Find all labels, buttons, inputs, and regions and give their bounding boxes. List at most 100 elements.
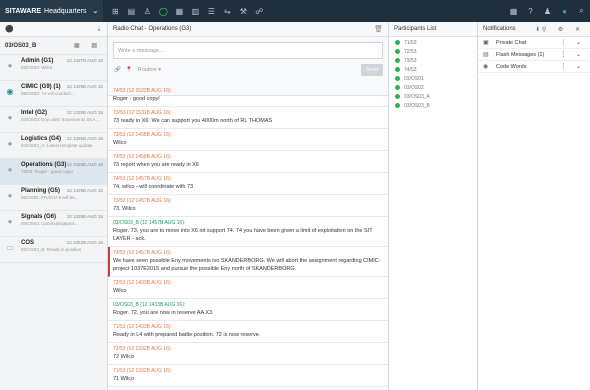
help-icon[interactable]: ? xyxy=(522,0,539,22)
message-text: 73 ready in X6. We can support you 4000m… xyxy=(113,118,273,124)
route-icon[interactable]: ⇋ xyxy=(219,0,235,22)
message-text: Roger - good copy! xyxy=(113,96,160,102)
online-status-icon xyxy=(395,103,400,108)
notification-bell-icon[interactable]: ● xyxy=(556,0,573,22)
map-icon[interactable]: ⊞ xyxy=(107,0,123,22)
pin-icon[interactable]: ⬇ xyxy=(535,27,540,33)
message-text: 73 report when you are ready in X6 xyxy=(113,162,199,168)
message-input[interactable]: Write a message... xyxy=(113,42,383,59)
conversation-time: 12 1325B AUG 16 xyxy=(66,136,103,141)
message-item[interactable]: 74/53 (12 1457B AUG 16): We have seen pos… xyxy=(108,247,388,277)
send-button[interactable]: Send xyxy=(361,64,383,76)
priority-select[interactable]: Routine ▾ xyxy=(138,67,161,73)
conversation-item[interactable]: ● Admin (G1) 12 1327B AUG 16 03/OS03: Wilco xyxy=(0,55,107,81)
tools-icon[interactable]: ⚒ xyxy=(235,0,251,22)
participant-item[interactable]: 03/OS02 xyxy=(389,84,477,91)
message-item[interactable]: 03/OS03_B (12 1433B AUG 16): Roger. 72, y… xyxy=(108,299,388,321)
user-icon[interactable]: ♟ xyxy=(539,0,556,22)
notification-item[interactable]: ▤ Flash Messages (1) ⋮ ⌄ xyxy=(478,49,590,61)
notification-item[interactable]: ◉ Code Words ⋮ ⌄ xyxy=(478,61,590,73)
conversation-item[interactable]: ◉ CIMIC (G9) (1) 12 1329B AUG 16 09/OS03: 7… xyxy=(0,81,107,107)
message-item[interactable]: 72/53 (12 1433B AUG 16): Wilco xyxy=(108,277,388,299)
more-options-icon[interactable]: ⋮ ⌄ xyxy=(560,39,585,46)
message-text: Roger. 72, you are now in reserve AA X3. xyxy=(113,310,214,316)
online-status-icon xyxy=(395,76,400,81)
participant-item[interactable]: 72/53 xyxy=(389,48,477,55)
conversation-item[interactable]: ● Logistics (G4) 12 1325B AUG 16 04/OS03_A:… xyxy=(0,133,107,159)
message-item[interactable]: 73/53 (12 1457B AUG 16): 73, Wilco xyxy=(108,195,388,217)
message-item[interactable]: 03/OS03_B (12 1457B AUG 16): Roger. 73, y… xyxy=(108,217,388,247)
message-text: Ready in L4 with prepared battle positio… xyxy=(113,332,261,338)
conversation-items: ● Admin (G1) 12 1327B AUG 16 03/OS03: Wilco… xyxy=(0,55,107,263)
group-actions-icon[interactable]: ▣ ▤ xyxy=(74,42,102,49)
participant-item[interactable]: 73/53 xyxy=(389,57,477,64)
headquarters-selector[interactable]: SITAWARE Headquarters ⌄ xyxy=(0,0,104,22)
conversation-icon: ● xyxy=(7,190,13,200)
location-label: Headquarters xyxy=(44,7,87,15)
message-item[interactable]: 71/53 (12 1332B AUG 16): 71 Wilco xyxy=(108,365,388,387)
notification-label: Private Chat xyxy=(496,39,527,46)
conversation-group[interactable]: 03/OS03_B ▣ ▤ xyxy=(0,37,107,55)
participant-item[interactable]: 03/OS03_B xyxy=(389,102,477,109)
more-options-icon[interactable]: ⋮ ⌄ xyxy=(560,51,585,58)
participant-item[interactable]: 71/53 xyxy=(389,39,477,46)
message-sender: 72/53 (12 1433B AUG 16): xyxy=(113,280,172,286)
list-icon[interactable]: ☰ xyxy=(203,0,219,22)
message-item[interactable]: 74/53 (12 1457B AUG 16): 74, wilco - will… xyxy=(108,173,388,195)
table-icon[interactable]: ▥ xyxy=(187,0,203,22)
participant-name: 03/OS02 xyxy=(404,84,424,91)
message-item[interactable]: 73/53 (12 1458B AUG 16): Wilco xyxy=(108,129,388,151)
participant-item[interactable]: 03/OS03_A xyxy=(389,93,477,100)
layers-icon[interactable]: ▤ xyxy=(123,0,139,22)
conversation-item[interactable]: ● Planning (G5) 12 1329B AUG 16 05/OS01: FR… xyxy=(0,185,107,211)
message-sender: 03/OS03_B (12 1433B AUG 16): xyxy=(113,302,186,308)
more-options-icon[interactable]: ⋮ ⌄ xyxy=(560,63,585,70)
conversation-item[interactable]: ▭ COS 12 1322B AUG 16 03/OS03_B: Ready in p… xyxy=(0,237,107,263)
participant-name: 03/OS03_A xyxy=(404,93,430,100)
participant-name: 74/53 xyxy=(404,66,417,73)
participant-name: 03/OS03_B xyxy=(404,102,430,109)
keyboard-icon[interactable]: ▦ xyxy=(505,0,522,22)
participant-name: 03/OS01 xyxy=(404,75,424,82)
sort-icon[interactable]: ⇣ xyxy=(96,25,102,33)
participant-item[interactable]: 03/OS01 xyxy=(389,75,477,82)
conversation-preview: 05/OS01: FRAGO 8 will be... xyxy=(21,195,79,200)
message-sender: 73/53 (12 1458B AUG 16): xyxy=(113,132,172,138)
chat-icon[interactable]: ◯ xyxy=(155,0,171,22)
message-item[interactable]: 71/53 (12 1433B AUG 16): Ready in L4 with… xyxy=(108,321,388,343)
conversation-preview: 04/OS03_A: Latest template update xyxy=(21,143,93,148)
conversation-time: 12 1328B AUG 16 xyxy=(66,110,103,115)
conversation-icon: ▭ xyxy=(6,242,14,252)
notification-item[interactable]: ▣ Private Chat ⋮ ⌄ xyxy=(478,37,590,49)
message-list[interactable]: 74/53 (12 1522B AUG 16): Roger - good cop… xyxy=(108,85,388,390)
conversation-name: Admin (G1) xyxy=(21,58,54,64)
conversation-item[interactable]: ● Operations (G3) 12 1325B AUG 16 74/53: Ro… xyxy=(0,159,107,185)
message-item[interactable]: 74/53 (12 1522B AUG 16): Roger - good cop… xyxy=(108,85,388,107)
link-icon[interactable]: ☍ xyxy=(251,0,267,22)
message-item[interactable]: 73/53 (12 1531B AUG 16): 73 ready in X6. … xyxy=(108,107,388,129)
conversation-time: 12 1329B AUG 16 xyxy=(66,84,103,89)
conversation-row: Operations (G3) 12 1325B AUG 16 xyxy=(21,162,103,168)
trash-icon[interactable]: 🗑 xyxy=(374,25,383,33)
online-status-icon xyxy=(395,58,400,63)
conversation-icon: ● xyxy=(7,60,13,70)
conversation-name: CIMIC (G9) (1) xyxy=(21,84,61,90)
location-pin-icon[interactable]: 📍 xyxy=(126,67,133,73)
attach-icon[interactable]: 🔗 xyxy=(114,67,121,73)
units-icon[interactable]: ♙ xyxy=(139,0,155,22)
search-icon[interactable]: ⌕ xyxy=(573,0,590,22)
grid-icon[interactable]: ▦ xyxy=(171,0,187,22)
conversation-item[interactable]: ● Intel (G2) 12 1328B AUG 16 02/OS03: Eny u… xyxy=(0,107,107,133)
message-item[interactable]: 74/53 (12 1458B AUG 16): 73 report when y… xyxy=(108,151,388,173)
conversation-icon: ● xyxy=(7,164,13,174)
online-status-icon xyxy=(395,40,400,45)
conversation-time: 12 1329B AUG 16 xyxy=(66,188,103,193)
panel-controls-icon[interactable]: ⚲ ⚙ ✕ xyxy=(542,27,585,33)
conversation-preview: 06/OS03: Communications... xyxy=(21,221,79,226)
conversation-item[interactable]: ● Signals (G6) 12 1328B AUG 16 06/OS03: Com… xyxy=(0,211,107,237)
message-sender: 03/OS03_B (12 1457B AUG 16): xyxy=(113,220,186,226)
participant-item[interactable]: 74/53 xyxy=(389,66,477,73)
message-item[interactable]: 72/53 (12 1332B AUG 16): 72 Wilco xyxy=(108,343,388,365)
message-text: 74, wilco - will coordinate with 73 xyxy=(113,184,194,190)
participants-header: Participants List xyxy=(389,22,477,37)
